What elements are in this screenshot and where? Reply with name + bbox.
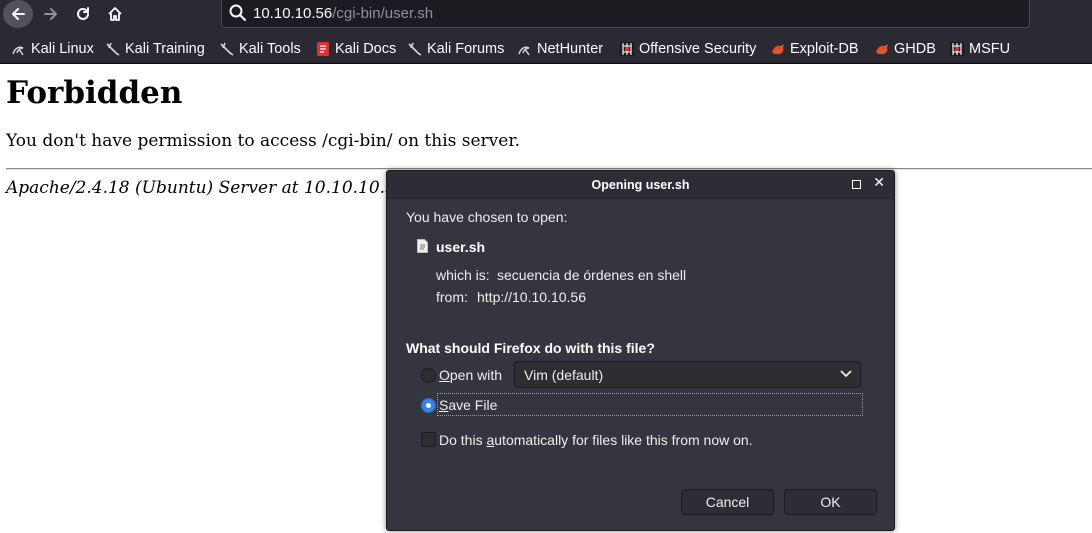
exploit-db-icon xyxy=(876,44,888,54)
bookmark-label: NetHunter xyxy=(537,41,604,57)
forward-arrow-icon xyxy=(44,8,57,20)
bookmark-label: Kali Forums xyxy=(427,41,505,57)
bookmark-kali-tools[interactable]: Kali Tools xyxy=(219,40,301,58)
save-file-focus-ring xyxy=(437,393,863,416)
open-with-label[interactable]: Open with xyxy=(439,367,502,383)
kali-dragon-icon xyxy=(106,42,120,56)
bookmark-label: Kali Linux xyxy=(31,41,94,57)
chosen-label: You have chosen to open: xyxy=(406,209,568,225)
bookmark-label: Kali Training xyxy=(125,41,205,57)
bookmarks-toolbar: Kali Linux Kali Training Kali Tools Kali… xyxy=(0,33,1092,64)
back-arrow-icon xyxy=(12,8,25,20)
auto-action-label[interactable]: Do this automatically for files like thi… xyxy=(439,432,753,448)
bookmark-label: Kali Tools xyxy=(239,41,301,57)
reload-button[interactable] xyxy=(67,0,99,28)
bookmark-label: Offensive Security xyxy=(639,41,757,57)
browser-toolbar: 10.10.10.56/cgi-bin/user.sh xyxy=(0,0,1092,33)
server-signature: Apache/2.4.18 (Ubuntu) Server at 10.10.1… xyxy=(6,178,407,198)
auto-action-checkbox[interactable] xyxy=(421,432,436,447)
dialog-title: Opening user.sh xyxy=(591,178,690,192)
save-file-radio[interactable] xyxy=(421,398,436,413)
bookmark-ghdb[interactable]: GHDB xyxy=(874,40,936,58)
reload-icon xyxy=(77,7,89,20)
close-icon[interactable]: ✕ xyxy=(873,175,885,191)
ok-button[interactable]: OK xyxy=(784,489,877,515)
action-question: What should Firefox do with this file? xyxy=(406,340,655,356)
bookmark-msfu[interactable]: MSFU xyxy=(949,40,1010,58)
bookmark-label: Exploit-DB xyxy=(790,41,859,57)
bookmark-exploit-db[interactable]: Exploit-DB xyxy=(770,40,859,58)
exploit-db-icon xyxy=(772,44,784,54)
source-url-value: http://10.10.10.56 xyxy=(477,289,586,305)
search-icon xyxy=(229,4,246,21)
url-bar[interactable]: 10.10.10.56/cgi-bin/user.sh xyxy=(221,0,1030,28)
file-type-value: secuencia de órdenes en shell xyxy=(497,267,687,283)
url-path: /cgi-bin/user.sh xyxy=(332,5,434,22)
open-with-radio[interactable] xyxy=(421,368,436,383)
bookmark-kali-training[interactable]: Kali Training xyxy=(105,40,205,58)
bookmark-kali-docs[interactable]: Kali Docs xyxy=(315,40,396,58)
error-message: You don't have permission to access /cgi… xyxy=(6,131,521,151)
which-is-label: which is: xyxy=(436,267,490,283)
kali-dragon-icon xyxy=(220,42,234,56)
home-button[interactable] xyxy=(99,0,131,28)
nethunter-icon xyxy=(518,46,530,56)
kali-docs-icon xyxy=(317,42,329,56)
page-title: Forbidden xyxy=(6,75,183,111)
home-icon xyxy=(108,7,122,21)
save-file-label[interactable]: Save File xyxy=(439,397,497,413)
from-label: from: xyxy=(436,289,468,305)
offsec-icon xyxy=(950,42,964,56)
back-button[interactable] xyxy=(3,0,33,28)
bookmark-kali-linux[interactable]: Kali Linux xyxy=(11,40,94,58)
bookmark-nethunter[interactable]: NetHunter xyxy=(517,40,603,58)
offsec-icon xyxy=(620,42,634,56)
url-host: 10.10.10.56 xyxy=(253,5,333,22)
cancel-button[interactable]: Cancel xyxy=(681,489,774,515)
chevron-down-icon xyxy=(840,370,852,377)
maximize-icon[interactable] xyxy=(852,180,861,189)
forward-button[interactable] xyxy=(35,0,67,28)
bookmark-offensive-security[interactable]: Offensive Security xyxy=(619,40,756,58)
bookmark-label: GHDB xyxy=(894,41,936,57)
url-text[interactable]: 10.10.10.56/cgi-bin/user.sh xyxy=(253,5,433,22)
kali-dragon-icon xyxy=(12,46,24,56)
bookmark-label: MSFU xyxy=(969,41,1011,57)
open-with-app-select[interactable]: Vim (default) xyxy=(514,361,861,388)
bookmark-label: Kali Docs xyxy=(335,41,397,57)
dialog-titlebar[interactable]: Opening user.sh ✕ xyxy=(387,171,894,199)
file-icon xyxy=(417,239,428,253)
download-dialog: Opening user.sh ✕ You have chosen to ope… xyxy=(386,170,895,531)
open-with-app-value: Vim (default) xyxy=(524,367,604,383)
kali-dragon-icon xyxy=(408,42,422,56)
file-name: user.sh xyxy=(436,239,486,255)
bookmark-kali-forums[interactable]: Kali Forums xyxy=(407,40,504,58)
